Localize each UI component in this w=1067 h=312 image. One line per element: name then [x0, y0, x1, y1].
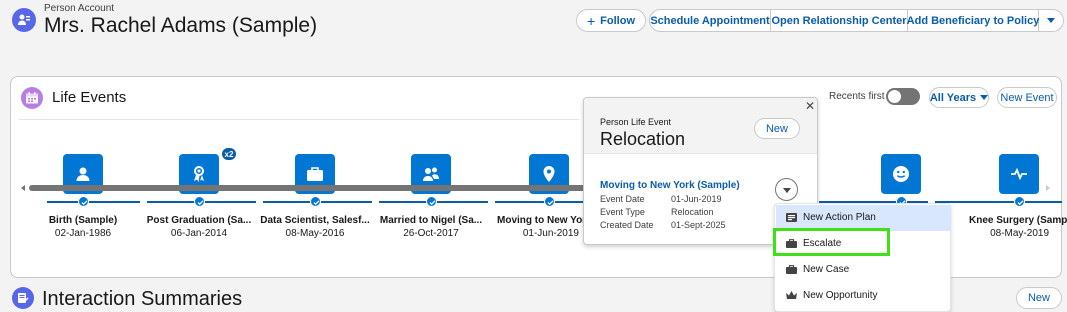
timeline-line	[495, 201, 585, 203]
menu-item-label: New Opportunity	[803, 290, 878, 301]
popover-title: Relocation	[600, 129, 686, 149]
event-record-link[interactable]: Moving to New York (Sample)	[600, 180, 740, 191]
event-name[interactable]: Knee Surgery (Samp	[969, 215, 1067, 226]
close-icon[interactable]: ✕	[805, 99, 815, 113]
check-icon	[544, 196, 555, 207]
all-years-label: All Years	[929, 91, 977, 104]
event-date: 01-Jun-2019	[522, 228, 579, 239]
add-beneficiary-button[interactable]: Add Beneficiary to Policy	[907, 9, 1039, 32]
event-name[interactable]: Moving to New Yor	[497, 215, 586, 226]
person-icon	[76, 167, 90, 181]
field-label: Event Date	[600, 194, 645, 204]
new-event-button[interactable]: New Event	[997, 87, 1057, 108]
popover-kicker: Person Life Event	[600, 117, 672, 127]
event-name[interactable]: Post Graduation (Sa...	[141, 215, 257, 226]
popover-new-button[interactable]: New	[754, 118, 800, 139]
event-name[interactable]: Data Scientist, Salesf...	[257, 215, 373, 226]
action-plan-icon	[786, 213, 797, 222]
event-date: 06-Jan-2014	[170, 228, 228, 239]
event-date: 08-May-2019	[990, 228, 1049, 239]
menu-item-new-opportunity[interactable]: New Opportunity	[776, 283, 951, 309]
recents-first-toggle[interactable]	[886, 88, 920, 105]
check-icon	[310, 196, 321, 207]
heartbeat-icon	[1011, 167, 1027, 181]
action-button-group: Open Relationship Center Add Beneficiary…	[771, 9, 1064, 32]
field-value: 01-Jun-2019	[671, 194, 722, 204]
page-title: Mrs. Rachel Adams (Sample)	[44, 14, 318, 37]
schedule-appointment-button[interactable]: Schedule Appointment	[649, 9, 771, 32]
event-tile[interactable]	[881, 154, 921, 194]
check-icon	[1014, 196, 1025, 207]
plus-icon: +	[586, 12, 596, 29]
chevron-down-icon	[783, 188, 791, 193]
interaction-summary-icon	[12, 287, 34, 309]
menu-item-new-case[interactable]: New Case	[776, 257, 951, 283]
check-icon	[426, 196, 437, 207]
event-count-badge: x2	[221, 147, 237, 161]
field-label: Created Date	[600, 220, 654, 230]
card-title: Life Events	[52, 89, 127, 106]
record-actions-menu: New Action Plan Escalate New Case New Op…	[774, 203, 951, 312]
highlight-box	[773, 228, 890, 256]
timeline-line	[935, 201, 1062, 203]
chevron-down-icon	[1047, 18, 1055, 23]
open-relationship-center-button[interactable]: Open Relationship Center	[771, 9, 908, 32]
recents-first-label: Recents first	[829, 91, 885, 102]
field-label: Event Type	[600, 207, 645, 217]
timeline-line	[47, 201, 140, 203]
crown-icon	[786, 291, 797, 299]
follow-button[interactable]: + Follow	[576, 9, 646, 32]
check-icon	[194, 196, 205, 207]
person-account-icon	[12, 8, 36, 32]
menu-item-label: New Case	[803, 264, 850, 275]
event-date: 08-May-2016	[285, 228, 345, 239]
record-header: Person Account Mrs. Rachel Adams (Sample…	[0, 0, 1067, 48]
graduation-icon	[194, 166, 204, 182]
field-value: Relocation	[671, 207, 714, 217]
chevron-down-icon	[980, 95, 989, 100]
location-pin-icon	[543, 166, 555, 182]
menu-item-label: New Action Plan	[803, 212, 876, 223]
briefcase-icon	[307, 167, 323, 181]
event-date: 02-Jan-1986	[54, 228, 112, 239]
divider	[19, 119, 579, 120]
calendar-icon	[21, 87, 43, 109]
more-actions-button[interactable]	[1039, 9, 1064, 32]
event-tile-knee-surgery[interactable]	[999, 154, 1039, 194]
check-icon	[78, 196, 89, 207]
follow-label: Follow	[600, 14, 635, 27]
event-date: 26-Oct-2017	[403, 228, 459, 239]
scroll-left-icon[interactable]	[21, 185, 25, 191]
event-name[interactable]: Married to Nigel (Sa...	[373, 215, 489, 226]
event-name[interactable]: Birth (Sample)	[27, 215, 139, 226]
record-actions-dropdown[interactable]	[775, 178, 798, 201]
scroll-right-icon[interactable]	[1046, 185, 1050, 191]
briefcase-icon	[786, 265, 797, 274]
section-title: Interaction Summaries	[42, 288, 243, 310]
toggle-knob	[888, 90, 901, 103]
field-value: 01-Sept-2025	[671, 220, 726, 230]
couple-icon	[423, 167, 439, 181]
record-type-label: Person Account	[44, 3, 115, 14]
all-years-dropdown[interactable]: All Years	[929, 87, 989, 108]
smiley-icon	[893, 166, 909, 182]
interaction-new-button[interactable]: New	[1016, 287, 1062, 309]
